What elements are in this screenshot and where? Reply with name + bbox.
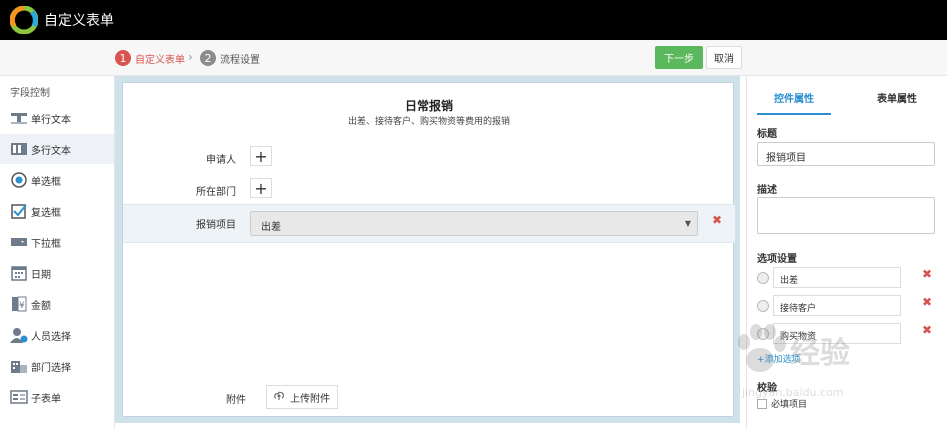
sidebar-item-label: 单选框 [31,176,61,188]
description-label: 描述 [757,185,777,196]
single-line-text-icon [10,110,28,126]
sidebar-item-person-select[interactable]: 人员选择 [0,320,114,350]
option-input[interactable]: 购买物资 [773,323,901,344]
properties-panel: 控件属性 表单属性 标题 报销项目 描述 选项设置 出差 ✖ 接待客户 ✖ 购买… [746,76,947,429]
delete-field-icon[interactable]: ✖ [712,213,722,227]
dropdown-icon [10,234,28,250]
step-workflow-settings[interactable]: 2 流程设置 [200,50,260,66]
sidebar-item-amount[interactable]: ¥ 金额 [0,289,114,319]
step-number: 2 [200,50,216,66]
title-label: 标题 [757,129,777,140]
sidebar-item-label: 金额 [31,300,51,312]
upload-label: 上传附件 [290,393,330,405]
sidebar-item-label: 多行文本 [31,145,71,157]
sidebar-item-label: 单行文本 [31,114,71,126]
delete-option-icon[interactable]: ✖ [922,295,932,309]
app-title: 自定义表单 [44,13,114,29]
attachment-label: 附件 [226,395,246,406]
required-label: 必填项目 [771,400,808,410]
department-label: 所在部门 [196,187,236,198]
option-radio[interactable] [757,328,769,340]
step-label: 自定义表单 [135,54,185,66]
required-checkbox[interactable] [757,398,767,409]
add-applicant-button[interactable]: + [250,146,272,166]
tab-form-properties[interactable]: 表单属性 [877,90,917,105]
multi-line-text-icon [10,141,28,157]
expense-item-select[interactable]: 出差 ▼ [250,211,698,236]
subform-icon [10,389,28,405]
add-option-link[interactable]: +添加选项 [757,352,801,365]
tab-control-properties[interactable]: 控件属性 [757,90,831,115]
applicant-label: 申请人 [206,155,236,166]
sidebar-item-radio[interactable]: 单选框 [0,165,114,195]
add-department-button[interactable]: + [250,178,272,198]
form-canvas-wrapper: 日常报销 出差、接待客户、购买物资等费用的报销 申请人 + 所在部门 + 报销项… [115,76,740,423]
description-textarea[interactable] [757,197,935,234]
sidebar-item-label: 下拉框 [31,238,61,250]
step-number: 1 [115,50,131,66]
sidebar-item-department-select[interactable]: 部门选择 [0,351,114,381]
sidebar-item-label: 复选框 [31,207,61,219]
option-input[interactable]: 接待客户 [773,295,901,316]
delete-option-icon[interactable]: ✖ [922,267,932,281]
sidebar-item-label: 人员选择 [31,331,71,343]
chevron-right-icon: › [188,50,193,64]
plus-icon: + [254,146,268,166]
plus-icon: + [254,178,268,198]
currency-icon: ¥ [10,296,28,312]
options-settings-label: 选项设置 [757,254,797,265]
option-input[interactable]: 出差 [773,267,901,288]
sidebar-item-dropdown[interactable]: 下拉框 [0,227,114,257]
form-description: 出差、接待客户、购买物资等费用的报销 [347,117,510,127]
radio-icon [10,172,28,188]
select-value: 出差 [261,222,281,233]
step-custom-form[interactable]: 1 自定义表单 [115,50,185,66]
sidebar-item-single-line-text[interactable]: 单行文本 [0,103,114,133]
next-step-button[interactable]: 下一步 [655,46,703,69]
sidebar-item-checkbox[interactable]: 复选框 [0,196,114,226]
cloud-upload-icon [274,391,284,403]
required-checkbox-row[interactable]: 必填项目 [757,397,807,410]
top-bar: 自定义表单 [0,0,947,40]
title-input[interactable]: 报销项目 [757,142,935,166]
sidebar-title: 字段控制 [10,88,50,99]
cancel-button[interactable]: 取消 [706,46,742,69]
person-select-icon [10,327,28,343]
field-palette-sidebar: 字段控制 单行文本 多行文本 单选框 复选框 下拉框 日期 ¥ 金额 人员选择 … [0,76,115,429]
sidebar-item-subform[interactable]: 子表单 [0,382,114,412]
step-label: 流程设置 [220,54,260,66]
svg-text:¥: ¥ [19,301,25,311]
calendar-icon [10,265,28,281]
form-title: 日常报销 [404,99,453,113]
upload-attachment-button[interactable]: 上传附件 [266,385,338,409]
form-canvas: 日常报销 出差、接待客户、购买物资等费用的报销 申请人 + 所在部门 + 报销项… [122,82,735,417]
sidebar-item-label: 日期 [31,269,51,281]
option-radio[interactable] [757,272,769,284]
delete-option-icon[interactable]: ✖ [922,323,932,337]
sidebar-item-label: 子表单 [31,393,61,405]
step-bar: 1 自定义表单 › 2 流程设置 下一步 取消 [0,40,947,76]
app-logo-icon [10,6,38,34]
sidebar-item-multi-line-text[interactable]: 多行文本 [0,134,114,164]
sidebar-item-label: 部门选择 [31,362,71,374]
option-radio[interactable] [757,300,769,312]
caret-down-icon: ▼ [684,219,691,228]
sidebar-item-date[interactable]: 日期 [0,258,114,288]
validation-label: 校验 [757,383,777,394]
expense-item-label: 报销项目 [196,220,236,231]
checkbox-icon [10,203,28,219]
department-icon [10,358,28,374]
